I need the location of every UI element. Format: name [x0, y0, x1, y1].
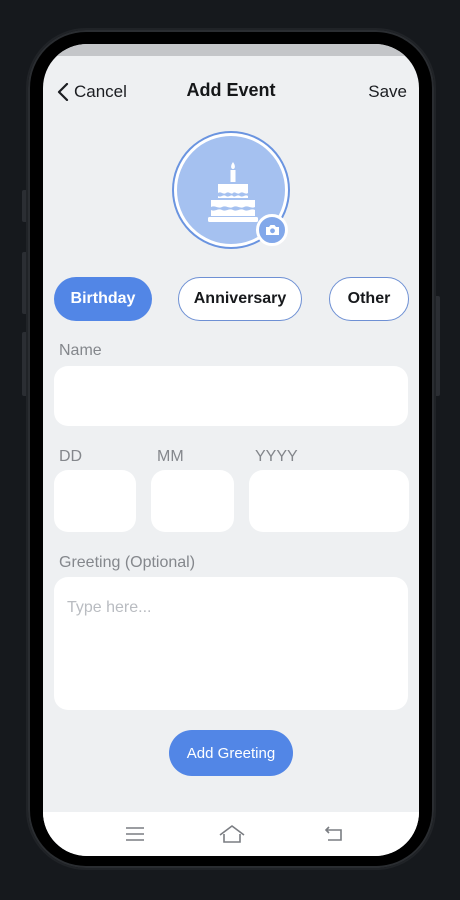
event-type-birthday[interactable]: Birthday [54, 277, 152, 321]
greeting-textarea[interactable] [54, 577, 408, 710]
page-title: Add Event [186, 80, 276, 100]
day-label: DD [59, 448, 83, 465]
menu-icon[interactable] [123, 823, 147, 845]
year-label: YYYY [255, 448, 298, 465]
top-bar: Cancel Add Event Save [43, 80, 419, 106]
month-input[interactable] [151, 470, 234, 532]
change-photo-button[interactable] [256, 214, 288, 246]
camera-icon [265, 225, 279, 235]
back-icon[interactable] [322, 823, 346, 845]
day-input[interactable] [54, 470, 136, 532]
event-type-anniversary[interactable]: Anniversary [178, 277, 302, 321]
year-input[interactable] [249, 470, 409, 532]
event-type-other[interactable]: Other [329, 277, 409, 321]
home-icon[interactable] [218, 823, 246, 845]
save-button[interactable]: Save [368, 82, 407, 102]
status-bar [43, 44, 419, 56]
greeting-label: Greeting (Optional) [59, 554, 196, 571]
name-input[interactable] [54, 366, 408, 426]
month-label: MM [157, 448, 184, 465]
name-label: Name [59, 342, 102, 359]
system-nav-bar [43, 812, 419, 856]
add-greeting-button[interactable]: Add Greeting [169, 730, 293, 776]
phone-screen: Cancel Add Event Save Birthday Anniversa… [43, 44, 419, 856]
power-button [434, 296, 440, 396]
birthday-cake-icon [208, 162, 258, 222]
